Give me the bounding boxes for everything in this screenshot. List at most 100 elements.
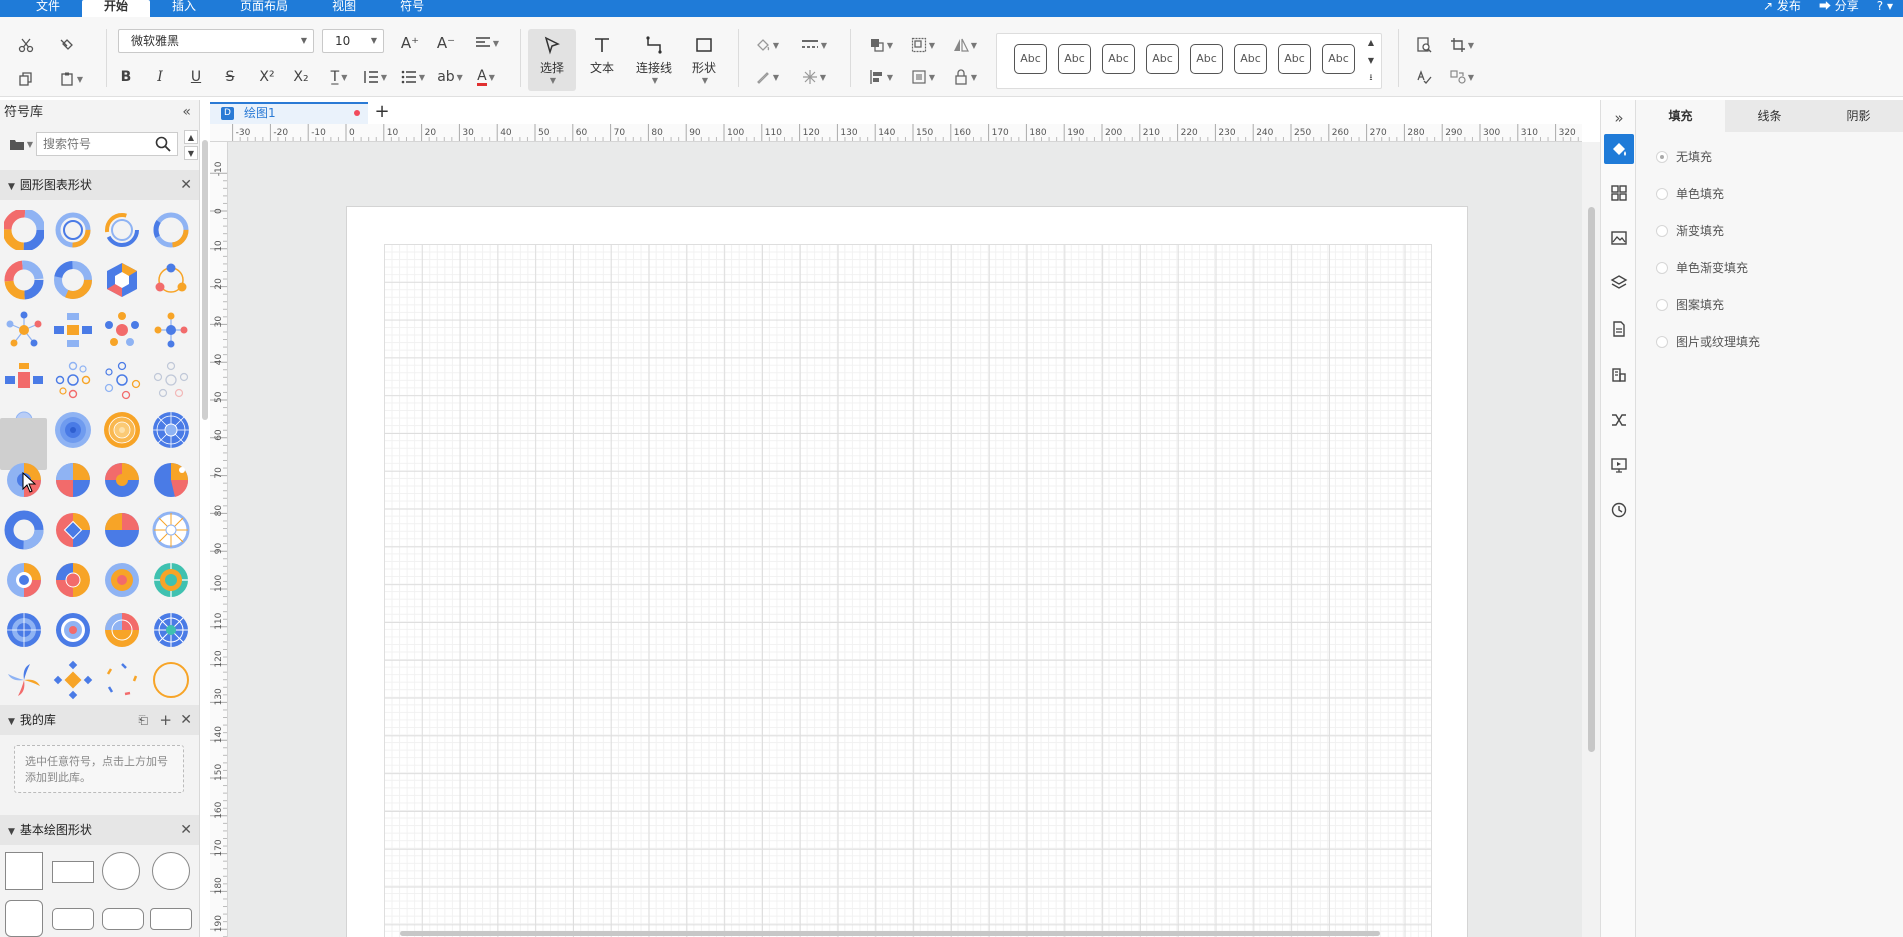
style-preview-7[interactable]: Abc: [1278, 44, 1311, 74]
lock-button[interactable]: ▼: [950, 65, 980, 89]
scroll-up-button[interactable]: ▲: [184, 130, 198, 144]
style-preview-3[interactable]: Abc: [1102, 44, 1135, 74]
symbol-hexagon-chart[interactable]: [102, 260, 142, 300]
replace-shape-button[interactable]: ▼: [1446, 65, 1478, 89]
text-options-button[interactable]: T̲ ▼: [324, 65, 354, 89]
style-preview-6[interactable]: Abc: [1234, 44, 1267, 74]
decrease-font-button[interactable]: A⁻: [434, 31, 458, 55]
symbol-donut-chart[interactable]: [4, 510, 44, 550]
symbol-circular-chart[interactable]: [4, 210, 44, 250]
symbol-hub-chart[interactable]: [151, 360, 191, 400]
style-preview-5[interactable]: Abc: [1190, 44, 1223, 74]
symbol-wheel-chart[interactable]: [151, 610, 191, 650]
strikethrough-button[interactable]: S: [220, 65, 240, 89]
image-panel-button[interactable]: [1604, 223, 1634, 253]
symbol-hub-chart[interactable]: [53, 310, 93, 350]
fill-panel-button[interactable]: [1604, 134, 1634, 164]
shape-ellipse[interactable]: [152, 852, 190, 890]
shape-rectangle[interactable]: [52, 861, 94, 883]
shape-square[interactable]: [5, 852, 43, 890]
left-panel-scrollbar[interactable]: [202, 140, 208, 420]
radio-button[interactable]: [1656, 225, 1668, 237]
connector-tool-button[interactable]: 连接线 ▼: [628, 29, 680, 91]
section-header-chart-shapes[interactable]: ▼ 圆形图表形状 ✕: [0, 170, 199, 200]
menu-tab-insert[interactable]: 插入: [150, 0, 218, 17]
shape-rounded-rectangle-3[interactable]: [150, 908, 192, 930]
fill-color-button[interactable]: ▼: [752, 33, 782, 57]
section-header-my-library[interactable]: ▼ 我的库 ⎗ + ✕: [0, 705, 199, 735]
symbol-diamond-chart[interactable]: [53, 660, 93, 700]
tab-shadow[interactable]: 阴影: [1814, 100, 1903, 132]
shape-circle[interactable]: [102, 852, 140, 890]
spell-check-button[interactable]: [1412, 65, 1436, 89]
italic-button[interactable]: I: [150, 65, 170, 89]
symbol-hub-chart[interactable]: [102, 310, 142, 350]
symbol-pie-chart[interactable]: [53, 460, 93, 500]
radio-button[interactable]: [1656, 299, 1668, 311]
cut-button[interactable]: [14, 33, 38, 57]
bold-button[interactable]: B: [116, 65, 136, 89]
style-preview-1[interactable]: Abc: [1014, 44, 1047, 74]
symbol-circular-chart[interactable]: [102, 210, 142, 250]
close-section-button[interactable]: ✕: [180, 170, 192, 200]
symbol-pie-chart[interactable]: [53, 560, 93, 600]
crop-button[interactable]: ▼: [1446, 33, 1478, 57]
align-objects-button[interactable]: ▼: [866, 65, 896, 89]
section-header-basic-shapes[interactable]: ▼ 基本绘图形状 ✕: [0, 815, 199, 845]
gallery-scroll-up[interactable]: ▲: [1364, 35, 1378, 49]
gallery-expand[interactable]: ⭳: [1364, 71, 1378, 85]
symbol-wheel-chart[interactable]: [151, 410, 191, 450]
library-menu-button[interactable]: ▼: [8, 134, 34, 154]
increase-font-button[interactable]: A⁺: [398, 31, 422, 55]
style-preview-4[interactable]: Abc: [1146, 44, 1179, 74]
symbol-concentric-chart[interactable]: [102, 410, 142, 450]
size-button[interactable]: ▼: [908, 65, 938, 89]
find-replace-button[interactable]: [1412, 33, 1436, 57]
symbol-pie-chart[interactable]: [4, 560, 44, 600]
bullet-list-button[interactable]: ▼: [398, 65, 428, 89]
radio-button[interactable]: [1656, 151, 1668, 163]
fill-option-none[interactable]: 无填充: [1656, 149, 1712, 165]
close-section-button[interactable]: ✕: [180, 815, 192, 845]
add-page-button[interactable]: +: [372, 102, 392, 122]
select-tool-button[interactable]: 选择 ▼: [528, 29, 576, 91]
close-section-button[interactable]: ✕: [180, 705, 192, 735]
symbol-pie-chart[interactable]: [102, 510, 142, 550]
shape-rounded-square[interactable]: [5, 900, 43, 937]
font-family-select[interactable]: 微软雅黑 ▼: [118, 29, 314, 53]
subscript-button[interactable]: X₂: [290, 65, 312, 89]
symbol-arrow-cycle-chart[interactable]: [102, 660, 142, 700]
symbol-circular-chart[interactable]: [53, 210, 93, 250]
line-style-button[interactable]: ▼: [796, 33, 832, 57]
superscript-button[interactable]: X²: [256, 65, 278, 89]
document-tab[interactable]: D 绘图1: [210, 102, 368, 124]
align-text-button[interactable]: ▼: [470, 31, 504, 55]
symbol-pie-chart[interactable]: [53, 510, 93, 550]
symbol-pie-chart[interactable]: [151, 460, 191, 500]
font-color-button[interactable]: A ▼: [470, 65, 502, 89]
shape-rounded-rectangle-2[interactable]: [102, 908, 144, 930]
style-preview-8[interactable]: Abc: [1322, 44, 1355, 74]
arrange-button[interactable]: ▼: [866, 33, 896, 57]
line-color-button[interactable]: ▼: [752, 65, 782, 89]
line-spacing-button[interactable]: ▼: [360, 65, 390, 89]
expand-panel-button[interactable]: »: [1604, 106, 1634, 130]
theme-panel-button[interactable]: [1604, 178, 1634, 208]
publish-button[interactable]: ↗ 发布: [1763, 0, 1801, 17]
symbol-hub-chart[interactable]: [4, 310, 44, 350]
fill-option-solid[interactable]: 单色填充: [1656, 186, 1724, 202]
data-panel-button[interactable]: [1604, 360, 1634, 390]
scroll-down-button[interactable]: ▼: [184, 146, 198, 160]
paste-button[interactable]: ▼: [54, 67, 88, 91]
collapse-panel-button[interactable]: «: [182, 104, 191, 120]
symbol-target-chart[interactable]: [53, 610, 93, 650]
presentation-panel-button[interactable]: [1604, 450, 1634, 480]
group-button[interactable]: ▼: [908, 33, 938, 57]
gallery-scroll-down[interactable]: ▼: [1364, 53, 1378, 67]
symbol-hub-chart[interactable]: [151, 310, 191, 350]
horizontal-scrollbar[interactable]: [228, 930, 1582, 937]
symbol-tree-chart[interactable]: [4, 360, 44, 400]
search-button[interactable]: [152, 134, 174, 154]
import-library-button[interactable]: ⎗: [138, 705, 148, 735]
tab-fill[interactable]: 填充: [1636, 100, 1725, 132]
